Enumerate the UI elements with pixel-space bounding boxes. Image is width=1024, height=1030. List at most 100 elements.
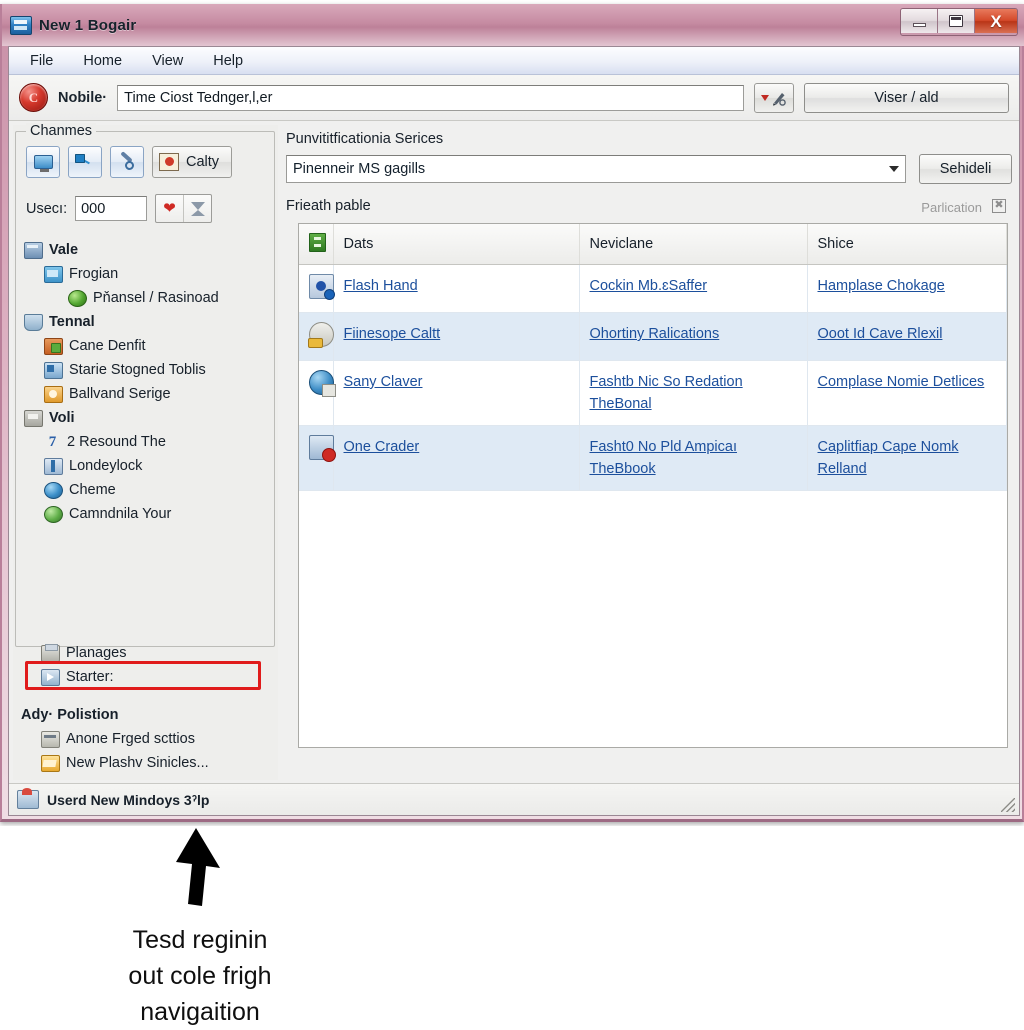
tree-item-label: Londeylock [69, 458, 143, 474]
keyboard-icon [41, 730, 60, 748]
menu-view[interactable]: View [139, 50, 196, 72]
row-link-neviclane[interactable]: Ohortiny Ralications [590, 323, 797, 345]
address-label: Nobile· [58, 89, 108, 106]
tree-item-label: Planages [66, 645, 127, 661]
tree-item-new-plashv-sinicles[interactable]: New Plashv Sinicles... [21, 751, 269, 775]
table-header-neviclane[interactable]: Neviclane [579, 224, 808, 265]
tree-item-starie-stogned-toblis[interactable]: Starie Stogned Toblis [24, 358, 272, 382]
row-link-dats[interactable]: Flash Hand [344, 275, 569, 297]
tree-item-label: Tennal [49, 314, 95, 330]
minimize-icon [912, 23, 926, 27]
row-cell-shice: Hamplase Chokage [807, 264, 1007, 313]
row-cell-dats: One Crader [333, 425, 580, 491]
table-body: Flash Hand Cockin Mb.ɛSaffer Hamplase Ch… [299, 264, 1007, 491]
lock-icon [309, 435, 336, 462]
heart-icon: ❤ [163, 200, 176, 217]
favorite-button[interactable]: ❤ [156, 195, 183, 222]
publication-icon[interactable]: ✖ [992, 199, 1006, 213]
users-row: Usecı: ❤ [26, 194, 213, 223]
client-area: File Home View Help C Nobile· Viser / al… [8, 46, 1020, 816]
calty-button[interactable]: Calty [152, 146, 233, 178]
app-orb-icon[interactable]: C [19, 83, 48, 112]
tree-item-londeylock[interactable]: Londeylock [24, 454, 272, 478]
advanced-section: Ady· Polistion Anone Frged scttios New P… [21, 703, 269, 775]
annotation-line-2: out cole frigh [128, 962, 272, 990]
schedule-button[interactable]: Sehideli [919, 154, 1012, 184]
row-cell-neviclane: Fashtb Nic So Redation TheBonal [579, 360, 808, 426]
row-link-neviclane[interactable]: Fasht0 No Pld Ampicaı TheBbook [590, 436, 797, 480]
close-button[interactable]: X [975, 9, 1017, 33]
tree-item-pnansel-rasinoad[interactable]: Pňansel / Rasinoad [24, 286, 272, 310]
row-link-neviclane[interactable]: Cockin Mb.ɛSaffer [590, 275, 797, 297]
row-link-shice[interactable]: Complase Nomie Detlices [818, 371, 997, 393]
users-input[interactable] [75, 196, 148, 221]
key-icon [308, 322, 334, 348]
network-button[interactable] [68, 146, 102, 178]
row-link-dats[interactable]: Sany Claver [344, 371, 569, 393]
services-combobox-value: Pinenneir MS gagills [293, 161, 426, 177]
users-actions: ❤ [155, 194, 213, 223]
table-row[interactable]: Sany Claver Fashtb Nic So Redation TheBo… [299, 360, 1007, 426]
resize-grip-icon[interactable] [1001, 798, 1015, 812]
row-link-dats[interactable]: Fiinesope Caltt [344, 323, 569, 345]
table-header-row: Dats Neviclane Shice [299, 224, 1007, 265]
advanced-section-header: Ady· Polistion [21, 703, 269, 727]
advanced-header-label: Ady· Polistion [21, 707, 119, 723]
tree-item-tennal[interactable]: Tennal [24, 310, 272, 334]
orange-gear-icon [44, 385, 63, 403]
tree-item-planages[interactable]: Planages [21, 641, 269, 665]
status-text: Userd New Mindoys 3ˀlp [47, 791, 210, 808]
filter-button[interactable] [183, 195, 211, 222]
tree-item-camndnila-your[interactable]: Camndnila Your [24, 502, 272, 526]
address-input[interactable] [117, 84, 744, 111]
wrench-button[interactable] [110, 146, 144, 178]
row-cell-shice: Complase Nomie Detlices [807, 360, 1007, 426]
minimize-button[interactable] [901, 9, 938, 33]
tree-item-cheme[interactable]: Cheme [24, 478, 272, 502]
window-app-icon [10, 15, 32, 35]
restore-icon [949, 15, 963, 27]
table-row[interactable]: Flash Hand Cockin Mb.ɛSaffer Hamplase Ch… [299, 264, 1007, 313]
table-caption: Frieath pable [286, 198, 371, 214]
row-link-shice[interactable]: Hamplase Chokage [818, 275, 997, 297]
tree-item-label: Vale [49, 242, 79, 258]
table-header-icon-cell[interactable] [299, 224, 334, 265]
tree-item-label: Starter: [66, 669, 114, 685]
person-card-icon [159, 153, 179, 171]
data-table: Dats Neviclane Shice Flash Hand Cockin M… [299, 224, 1007, 491]
data-table-container: Dats Neviclane Shice Flash Hand Cockin M… [298, 223, 1008, 748]
monitor-button[interactable] [26, 146, 60, 178]
tree-item-2-resound-the[interactable]: 7 2 Resound The [24, 430, 272, 454]
menu-file[interactable]: File [17, 50, 66, 72]
annotation-callout: Tesd reginin out cole frigh navigaition [0, 826, 1024, 1026]
row-link-shice[interactable]: Caplitfiap Cape Nomk Relland [818, 436, 997, 480]
go-button[interactable]: Viser / ald [804, 82, 1009, 113]
row-link-dats[interactable]: One Crader [344, 436, 569, 458]
dropdown-pen-button[interactable] [754, 82, 794, 113]
tree-item-cane-denfit[interactable]: Cane Denfit [24, 334, 272, 358]
tree-item-voli[interactable]: Voli [24, 406, 272, 430]
row-cell-shice: Ooot Id Cave Rlexil [807, 312, 1007, 361]
restore-button[interactable] [938, 9, 975, 33]
tree-item-ballvand-serige[interactable]: Ballvand Serige [24, 382, 272, 406]
status-bar: Userd New Mindoys 3ˀlp [9, 783, 1019, 815]
chevron-down-icon [761, 94, 769, 101]
row-icon-cell [299, 264, 335, 313]
table-row[interactable]: One Crader Fasht0 No Pld Ampicaı TheBboo… [299, 425, 1007, 491]
row-link-neviclane[interactable]: Fashtb Nic So Redation TheBonal [590, 371, 797, 415]
tree-item-vale[interactable]: Vale [24, 238, 272, 262]
table-header-dats[interactable]: Dats [333, 224, 580, 265]
menu-home[interactable]: Home [70, 50, 135, 72]
tree-item-starter[interactable]: Starter: [21, 665, 269, 689]
tree-item-frogian[interactable]: Frogian [24, 262, 272, 286]
menu-help[interactable]: Help [200, 50, 256, 72]
window-controls: X [900, 8, 1018, 36]
tree-item-anone-frged-scttios[interactable]: Anone Frged scttios [21, 727, 269, 751]
row-link-shice[interactable]: Ooot Id Cave Rlexil [818, 323, 997, 345]
table-header-shice[interactable]: Shice [807, 224, 1007, 265]
menu-bar: File Home View Help [9, 47, 1019, 75]
ie-globe-icon [44, 481, 63, 499]
services-combobox[interactable]: Pinenneir MS gagills [286, 155, 906, 183]
table-head: Dats Neviclane Shice [299, 224, 1007, 265]
table-row[interactable]: Fiinesope Caltt Ohortiny Ralications Ooo… [299, 312, 1007, 361]
